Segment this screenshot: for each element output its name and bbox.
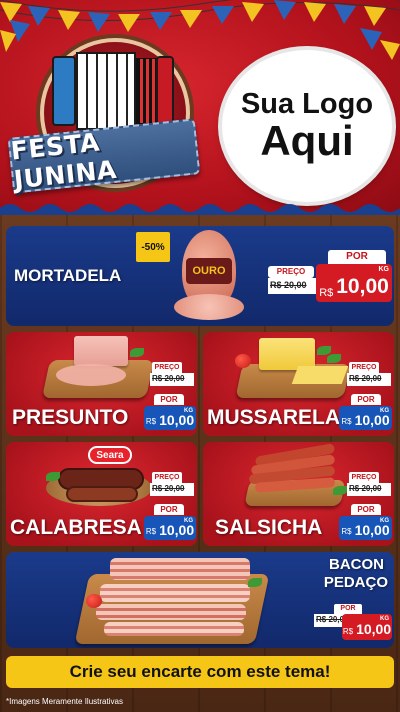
currency: R$ (145, 527, 157, 536)
unit-label: KG (184, 408, 193, 414)
price-value: 10,00 (336, 275, 389, 298)
new-price: R$ 10,00 KG (144, 406, 196, 430)
price-block: POR R$ 20,00 R$ 10,00 KG (312, 604, 394, 648)
bacon-image (74, 554, 276, 646)
new-price: R$ 10,00 KG (342, 614, 392, 640)
new-price: R$ 10,00 KG (144, 516, 196, 540)
brand-label: OURO (192, 265, 226, 277)
old-price-label: PREÇO (349, 472, 379, 483)
festival-title: FESTA JUNINA (9, 127, 119, 195)
product-card-mussarela[interactable]: PREÇO R$ 20,00 POR MUSSARELA R$ 10,00 KG (203, 332, 394, 436)
brand-label: Seara (96, 449, 124, 461)
product-card-salsicha[interactable]: PREÇO R$ 20,00 POR SALSICHA R$ 10,00 KG (203, 442, 394, 546)
logo-text-line1: Sua Logo (240, 87, 374, 120)
product-name: SALSICHA (215, 516, 323, 539)
product-name: MUSSARELA (207, 406, 341, 429)
currency: R$ (341, 527, 352, 536)
currency: R$ (341, 417, 352, 426)
new-price: R$ 10,00 KG (316, 264, 392, 302)
logo-text-line2: Aqui (260, 117, 354, 165)
new-price: R$ 10,00 KG (339, 406, 392, 430)
unit-label: KG (378, 266, 390, 273)
currency: R$ (145, 417, 157, 426)
old-price-label: POR (334, 604, 362, 614)
product-name: PRESUNTO (12, 406, 129, 429)
new-price-label: POR (154, 504, 184, 515)
discount-badge: -50% (136, 232, 170, 262)
product-card-bacon[interactable]: BACON PEDAÇO POR R$ 20,00 R$ 10,00 KG (6, 552, 394, 648)
old-price-label: PREÇO (349, 362, 379, 373)
old-price: R$ 20,00 (349, 374, 382, 383)
new-price-label: POR (328, 250, 386, 264)
old-price-label: PREÇO (268, 266, 314, 278)
new-price-label: POR (351, 504, 381, 515)
unit-label: KG (380, 408, 389, 414)
cta-banner[interactable]: Crie seu encarte com este tema! (6, 656, 394, 688)
product-name: MORTADELA (14, 266, 122, 285)
festival-ribbon: FESTA JUNINA (7, 118, 201, 195)
old-price: R$ 20,00 (152, 374, 185, 383)
header-wave-border (0, 204, 400, 215)
disclaimer-text: *Imagens Meramente Ilustrativas (6, 697, 123, 706)
festa-junina-emblem: FESTA JUNINA (7, 38, 201, 208)
product-card-presunto[interactable]: PREÇO R$ 20,00 POR PRESUNTO R$ 10,00 KG (6, 332, 197, 436)
unit-label: KG (380, 518, 389, 524)
old-price: R$ 20,00 (349, 484, 382, 493)
old-price: R$ 20,00 (270, 280, 307, 290)
unit-label: KG (184, 518, 193, 524)
old-price-label: PREÇO (152, 472, 182, 483)
new-price-label: POR (154, 394, 184, 405)
seara-logo: Seara (88, 446, 132, 464)
product-card-mortadela[interactable]: MORTADELA -50% OURO PREÇO R$ 20,00 POR R… (6, 226, 394, 326)
new-price-label: POR (351, 394, 381, 405)
product-name-line1: BACON (329, 556, 384, 573)
product-name: CALABRESA (10, 516, 142, 539)
unit-label: KG (380, 616, 389, 622)
product-card-calabresa[interactable]: Seara PREÇO R$ 20,00 POR CALABRESA R$ 10… (6, 442, 197, 546)
price-block: PREÇO R$ 20,00 POR R$ 10,00 KG (264, 246, 392, 322)
currency: R$ (342, 627, 354, 636)
old-price: R$ 20,00 (152, 484, 185, 493)
currency: R$ (319, 287, 334, 299)
new-price: R$ 10,00 KG (339, 516, 392, 540)
mortadela-image: OURO (174, 230, 244, 322)
product-name-line2: PEDAÇO (323, 574, 388, 591)
header-banner: FESTA JUNINA Sua Logo Aqui (0, 0, 400, 215)
store-logo-placeholder: Sua Logo Aqui (222, 50, 392, 202)
old-price-label: PREÇO (152, 362, 182, 373)
